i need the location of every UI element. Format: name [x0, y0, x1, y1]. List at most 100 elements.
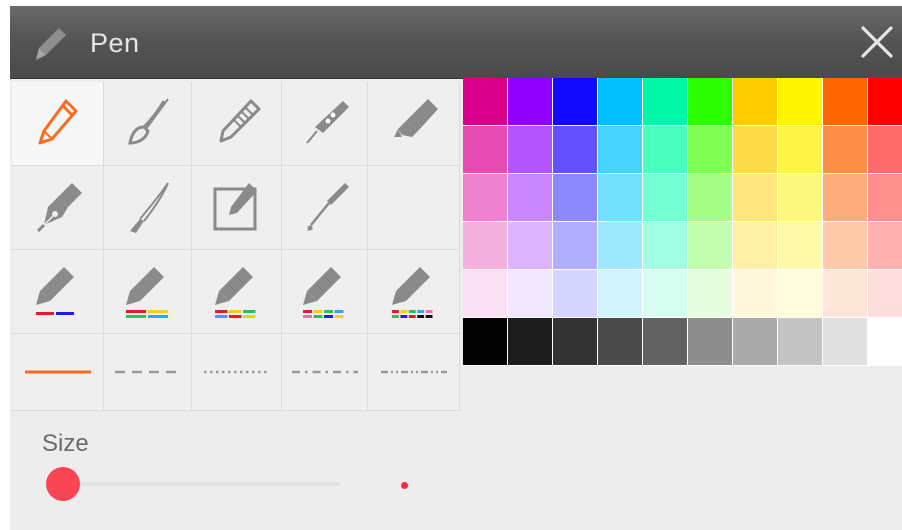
pen-type-cell-r2-c3[interactable]: [192, 166, 282, 250]
pen-type-cell-r1-c5[interactable]: [368, 82, 460, 166]
color-swatch-r1-c7[interactable]: [733, 78, 778, 126]
color-swatch-r2-c7[interactable]: [733, 126, 778, 174]
color-swatch-r2-c4[interactable]: [598, 126, 643, 174]
color-swatch-r4-c8[interactable]: [778, 222, 823, 270]
pen-type-cell-r1-c2[interactable]: [104, 82, 192, 166]
pen-type-cell-r4-c2[interactable]: [104, 334, 192, 411]
color-swatch-r1-c6[interactable]: [688, 78, 733, 126]
paintbrush-icon: [118, 93, 178, 155]
pencil-rainbow-icon: [118, 261, 178, 323]
color-swatch-r4-c7[interactable]: [733, 222, 778, 270]
pen-type-cell-r1-c3[interactable]: [192, 82, 282, 166]
color-swatch-r3-c7[interactable]: [733, 174, 778, 222]
color-swatch-r3-c9[interactable]: [823, 174, 868, 222]
close-icon[interactable]: [858, 22, 896, 62]
pen-type-cell-r2-c2[interactable]: [104, 166, 192, 250]
color-swatch-r2-c8[interactable]: [778, 126, 823, 174]
color-swatch-r1-c5[interactable]: [643, 78, 688, 126]
dip-pen-icon: [295, 177, 355, 239]
pen-type-cell-r2-c5: [368, 166, 460, 250]
line-solid-icon: [23, 367, 93, 377]
color-swatch-r3-c5[interactable]: [643, 174, 688, 222]
pencil-icon: [28, 93, 88, 155]
brush-pen-icon: [118, 177, 178, 239]
color-swatch-r3-c1[interactable]: [463, 174, 508, 222]
pen-type-cell-r1-c4[interactable]: [282, 82, 368, 166]
color-swatch-r5-c8[interactable]: [778, 270, 823, 318]
color-swatch-r5-c3[interactable]: [553, 270, 598, 318]
color-swatch-r4-c4[interactable]: [598, 222, 643, 270]
color-swatch-r5-c1[interactable]: [463, 270, 508, 318]
color-swatch-r5-c5[interactable]: [643, 270, 688, 318]
color-swatch-r5-c7[interactable]: [733, 270, 778, 318]
pen-type-cell-r3-c3[interactable]: [192, 250, 282, 334]
pen-icon: [36, 28, 66, 60]
color-swatch-r2-c6[interactable]: [688, 126, 733, 174]
pen-type-cell-r2-c1[interactable]: [12, 166, 104, 250]
size-preview-dot: [401, 482, 408, 489]
color-swatch-r6-c7[interactable]: [733, 318, 778, 366]
pen-type-cell-r4-c5[interactable]: [368, 334, 460, 411]
color-swatch-r6-c6[interactable]: [688, 318, 733, 366]
line-dash-dot-icon: [290, 367, 360, 377]
pen-type-cell-r4-c1[interactable]: [12, 334, 104, 411]
color-swatch-r1-c8[interactable]: [778, 78, 823, 126]
pen-type-cell-r4-c4[interactable]: [282, 334, 368, 411]
color-swatch-r6-c8[interactable]: [778, 318, 823, 366]
color-swatch-r5-c6[interactable]: [688, 270, 733, 318]
color-swatch-r6-c3[interactable]: [553, 318, 598, 366]
color-swatch-r4-c3[interactable]: [553, 222, 598, 270]
color-swatch-r1-c1[interactable]: [463, 78, 508, 126]
color-swatch-r4-c2[interactable]: [508, 222, 553, 270]
color-swatch-r5-c4[interactable]: [598, 270, 643, 318]
color-swatch-r2-c2[interactable]: [508, 126, 553, 174]
color-swatch-r2-c5[interactable]: [643, 126, 688, 174]
color-swatch-r3-c10[interactable]: [868, 174, 902, 222]
pen-type-grid: [12, 82, 462, 411]
line-dotted-icon: [202, 367, 272, 377]
pen-type-cell-r1-c1[interactable]: [12, 82, 104, 166]
color-swatch-r6-c4[interactable]: [598, 318, 643, 366]
color-swatch-r4-c9[interactable]: [823, 222, 868, 270]
color-swatch-r4-c5[interactable]: [643, 222, 688, 270]
pen-type-cell-r3-c2[interactable]: [104, 250, 192, 334]
color-swatch-r2-c10[interactable]: [868, 126, 902, 174]
color-swatch-r1-c10[interactable]: [868, 78, 902, 126]
pen-type-cell-r3-c5[interactable]: [368, 250, 460, 334]
line-dash-dot-dot-icon: [379, 367, 449, 377]
pen-type-cell-r3-c1[interactable]: [12, 250, 104, 334]
pencil-rainbow-icon: [295, 261, 355, 323]
color-swatch-r3-c4[interactable]: [598, 174, 643, 222]
pen-type-cell-r4-c3[interactable]: [192, 334, 282, 411]
color-swatch-r3-c6[interactable]: [688, 174, 733, 222]
pen-type-cell-r3-c4[interactable]: [282, 250, 368, 334]
color-swatch-r2-c3[interactable]: [553, 126, 598, 174]
pen-type-cell-r2-c4[interactable]: [282, 166, 368, 250]
size-slider-track[interactable]: [60, 482, 340, 486]
color-swatch-r1-c9[interactable]: [823, 78, 868, 126]
color-swatch-r6-c2[interactable]: [508, 318, 553, 366]
color-swatch-r3-c2[interactable]: [508, 174, 553, 222]
size-slider-thumb[interactable]: [46, 467, 80, 501]
color-swatch-r4-c1[interactable]: [463, 222, 508, 270]
crayon-icon: [207, 93, 267, 155]
color-swatch-r5-c10[interactable]: [868, 270, 902, 318]
color-swatch-r5-c2[interactable]: [508, 270, 553, 318]
color-swatch-r2-c1[interactable]: [463, 126, 508, 174]
color-swatch-r6-c5[interactable]: [643, 318, 688, 366]
color-swatch-r6-c1[interactable]: [463, 318, 508, 366]
color-swatch-r1-c2[interactable]: [508, 78, 553, 126]
color-swatch-r1-c4[interactable]: [598, 78, 643, 126]
window-title: Pen: [90, 28, 140, 58]
color-swatch-r3-c8[interactable]: [778, 174, 823, 222]
color-swatch-r1-c3[interactable]: [553, 78, 598, 126]
color-swatch-r2-c9[interactable]: [823, 126, 868, 174]
color-swatch-r4-c6[interactable]: [688, 222, 733, 270]
highlighter-icon: [384, 93, 444, 155]
color-swatch-r5-c9[interactable]: [823, 270, 868, 318]
color-swatch-r4-c10[interactable]: [868, 222, 902, 270]
color-swatch-r3-c3[interactable]: [553, 174, 598, 222]
color-swatch-r6-c10[interactable]: [868, 318, 902, 366]
title-bar: Pen: [10, 6, 902, 79]
color-swatch-r6-c9[interactable]: [823, 318, 868, 366]
